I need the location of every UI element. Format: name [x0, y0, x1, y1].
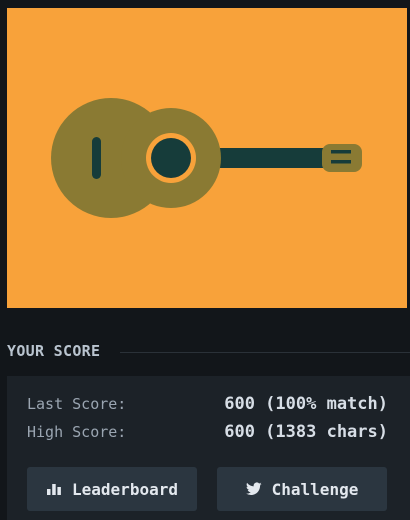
tuning-peg — [331, 150, 351, 154]
high-score-label: High Score: — [27, 423, 127, 441]
last-score-label: Last Score: — [27, 395, 127, 413]
divider — [120, 351, 410, 353]
high-score-row: High Score: 600 (1383 chars) — [27, 421, 388, 443]
tuning-peg — [331, 160, 351, 164]
high-score-value: 600 (1383 chars) — [224, 422, 388, 442]
guitar-headstock — [322, 144, 362, 172]
leaderboard-label: Leaderboard — [72, 479, 178, 499]
leaderboard-button[interactable]: Leaderboard — [27, 467, 197, 511]
score-panel: Last Score: 600 (100% match) High Score:… — [7, 376, 410, 520]
last-score-row: Last Score: 600 (100% match) — [27, 393, 388, 415]
guitar-bridge — [92, 137, 101, 179]
challenge-button[interactable]: Challenge — [217, 467, 387, 511]
challenge-label: Challenge — [271, 479, 359, 499]
app: YOUR SCORE Last Score: 600 (100% match) … — [0, 0, 410, 520]
last-score-value: 600 (100% match) — [224, 394, 388, 414]
guitar-illustration — [7, 8, 407, 308]
score-heading: YOUR SCORE — [7, 340, 410, 362]
target-canvas — [7, 8, 407, 308]
twitter-icon — [245, 482, 262, 496]
soundhole — [151, 138, 191, 178]
score-title: YOUR SCORE — [7, 342, 101, 360]
bar-chart-icon — [46, 482, 62, 496]
guitar-neck — [207, 148, 332, 168]
